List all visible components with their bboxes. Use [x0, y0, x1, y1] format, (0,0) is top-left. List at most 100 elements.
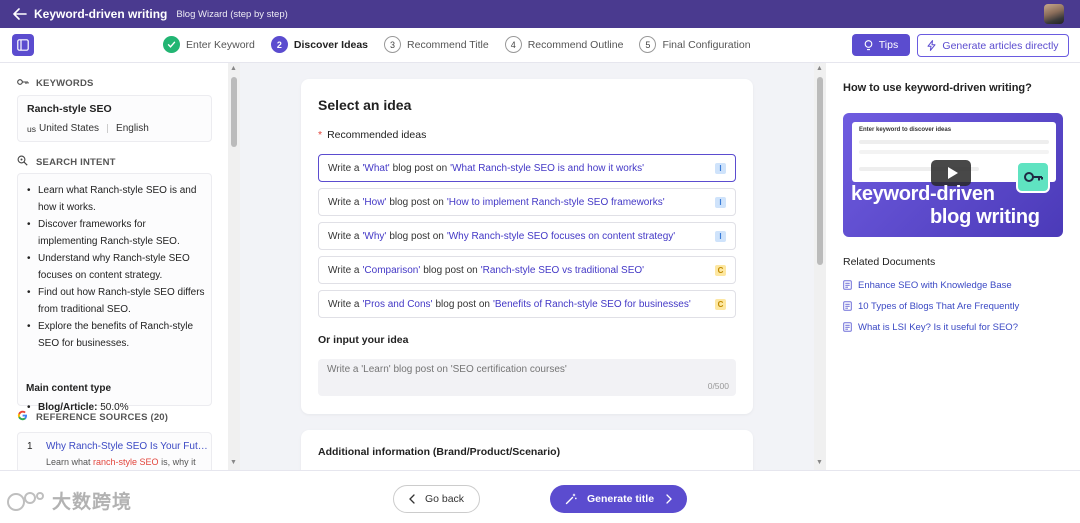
list-item: Explore the benefits of Ranch-style SEO …: [26, 318, 206, 352]
bottom-bar: 大数跨境 Go back Generate title: [0, 470, 1080, 523]
step-discover-ideas[interactable]: 2 Discover Ideas: [270, 36, 368, 53]
idea-text: Write a: [328, 162, 360, 174]
idea-topic: 'How to implement Ranch-style SEO framew…: [446, 196, 665, 208]
step-number: 4: [504, 36, 522, 53]
video-row: [859, 150, 1049, 154]
idea-type: 'Comparison': [362, 264, 421, 276]
generate-title-label: Generate title: [586, 493, 655, 505]
idea-option[interactable]: Write a 'Why' blog post on 'Why Ranch-style…: [318, 222, 736, 250]
magic-wand-icon: [565, 493, 577, 505]
divider: [107, 124, 109, 133]
step-number: 2: [270, 36, 288, 53]
idea-topic: 'Benefits of Ranch-style SEO for busines…: [492, 298, 691, 310]
doc-title: Enhance SEO with Knowledge Base: [858, 280, 1012, 291]
related-doc-link[interactable]: 10 Types of Blogs That Are Frequently: [843, 301, 1019, 312]
snippet-highlight: ranch-style SEO: [93, 457, 159, 467]
scroll-down-icon[interactable]: ▼: [230, 459, 237, 466]
help-title: How to use keyword-driven writing?: [843, 82, 1032, 94]
reference-source-item[interactable]: 1 Why Ranch-Style SEO Is Your Future-...…: [17, 432, 212, 470]
idea-input[interactable]: [318, 359, 736, 396]
scroll-up-icon[interactable]: ▲: [816, 65, 823, 72]
reference-link[interactable]: Why Ranch-Style SEO Is Your Future-...: [46, 441, 210, 452]
idea-type: 'How': [362, 196, 387, 208]
lightning-icon: [927, 40, 936, 51]
sidebar-toggle-icon[interactable]: [12, 34, 34, 56]
tutorial-video[interactable]: Enter keyword to discover ideas keyword-…: [843, 113, 1063, 237]
left-scrollbar[interactable]: ▲ ▼: [228, 63, 240, 470]
idea-text: Write a: [328, 196, 360, 208]
app-subtitle: Blog Wizard (step by step): [176, 8, 288, 20]
related-doc-link[interactable]: What is LSI Key? Is it useful for SEO?: [843, 322, 1018, 333]
document-icon: [843, 322, 853, 333]
idea-topic: 'Ranch-style SEO vs traditional SEO': [480, 264, 645, 276]
recommended-ideas-label: * Recommended ideas: [318, 129, 426, 141]
keywords-heading: KEYWORDS: [17, 78, 94, 89]
idea-type: 'Pros and Cons': [362, 298, 433, 310]
step-enter-keyword[interactable]: Enter Keyword: [163, 36, 255, 53]
scroll-up-icon[interactable]: ▲: [230, 65, 237, 72]
idea-text: blog post on: [423, 264, 478, 276]
left-sidebar: KEYWORDS Ranch-style SEO us United State…: [0, 63, 228, 470]
check-icon: [163, 36, 180, 53]
idea-text: blog post on: [389, 196, 444, 208]
search-intent-card: Learn what Ranch-style SEO is and how it…: [17, 173, 212, 413]
label-text: Recommended ideas: [327, 129, 427, 141]
snippet-text: is, why it: [158, 457, 196, 467]
list-item: Understand why Ranch-style SEO focuses o…: [26, 250, 206, 284]
idea-option[interactable]: Write a 'Comparison' blog post on 'Ranch-st…: [318, 256, 736, 284]
idea-option[interactable]: Write a 'What' blog post on 'What Ranch-sty…: [318, 154, 736, 182]
doc-title: 10 Types of Blogs That Are Frequently: [858, 301, 1020, 312]
intent-badge: C: [715, 299, 726, 310]
intent-badge: C: [715, 265, 726, 276]
idea-option[interactable]: Write a 'Pros and Cons' blog post on 'Benef…: [318, 290, 736, 318]
search-intent-heading: SEARCH INTENT: [17, 155, 116, 169]
step-bar: Enter Keyword 2 Discover Ideas 3 Recomme…: [0, 28, 1080, 63]
idea-type: 'Why': [362, 230, 387, 242]
select-idea-panel: Select an idea * Recommended ideas Write …: [301, 79, 753, 414]
country-code: us: [27, 123, 36, 134]
app-title: Keyword-driven writing: [34, 7, 168, 21]
avatar[interactable]: [1044, 4, 1064, 24]
country: United States: [38, 123, 100, 134]
scroll-thumb[interactable]: [817, 77, 823, 265]
go-back-button[interactable]: Go back: [393, 485, 480, 513]
list-item: Find out how Ranch-style SEO differs fro…: [26, 284, 206, 318]
center-scrollbar[interactable]: ▲ ▼: [814, 63, 826, 470]
scroll-thumb[interactable]: [231, 77, 237, 147]
related-doc-link[interactable]: Enhance SEO with Knowledge Base: [843, 280, 1012, 291]
top-bar: Keyword-driven writing Blog Wizard (step…: [0, 0, 1080, 28]
search-intent-icon: [17, 155, 29, 169]
list-item: Discover frameworks for implementing Ran…: [26, 216, 206, 250]
language: English: [116, 123, 149, 134]
tips-button[interactable]: Tips: [852, 34, 910, 56]
main-content-type-title: Main content type: [26, 383, 112, 394]
key-icon: [1016, 161, 1050, 193]
idea-option[interactable]: Write a 'How' blog post on 'How to implemen…: [318, 188, 736, 216]
idea-text: blog post on: [392, 162, 448, 174]
idea-text: blog post on: [389, 230, 444, 242]
idea-topic: 'Why Ranch-style SEO focuses on content …: [446, 230, 676, 242]
idea-text: blog post on: [435, 298, 490, 310]
input-idea-label: Or input your idea: [318, 334, 409, 346]
watermark-logo-icon: [6, 490, 46, 512]
help-panel: How to use keyword-driven writing? Enter…: [826, 63, 1080, 470]
generate-directly-button[interactable]: Generate articles directly: [917, 34, 1069, 57]
idea-text: Write a: [328, 298, 360, 310]
scroll-down-icon[interactable]: ▼: [816, 459, 823, 466]
generate-title-button[interactable]: Generate title: [550, 485, 687, 513]
panel-title: Select an idea: [318, 97, 412, 113]
keyword-card: Ranch-style SEO us United States English: [17, 95, 212, 142]
video-row: [859, 140, 1049, 144]
video-caption-line1: keyword-driven: [851, 183, 995, 205]
idea-type: 'What': [362, 162, 390, 174]
back-arrow-icon[interactable]: [10, 4, 30, 24]
keyword-value: Ranch-style SEO: [27, 103, 112, 115]
step-recommend-outline[interactable]: 4 Recommend Outline: [504, 36, 624, 53]
idea-text: Write a: [328, 264, 360, 276]
step-recommend-title[interactable]: 3 Recommend Title: [384, 36, 489, 53]
additional-info-panel: Additional information (Brand/Product/Sc…: [301, 430, 753, 470]
doc-title: What is LSI Key? Is it useful for SEO?: [858, 322, 1018, 333]
step-final-configuration[interactable]: 5 Final Configuration: [639, 36, 751, 53]
step-label: Recommend Outline: [527, 38, 624, 51]
watermark-text: 大数跨境: [52, 492, 133, 513]
